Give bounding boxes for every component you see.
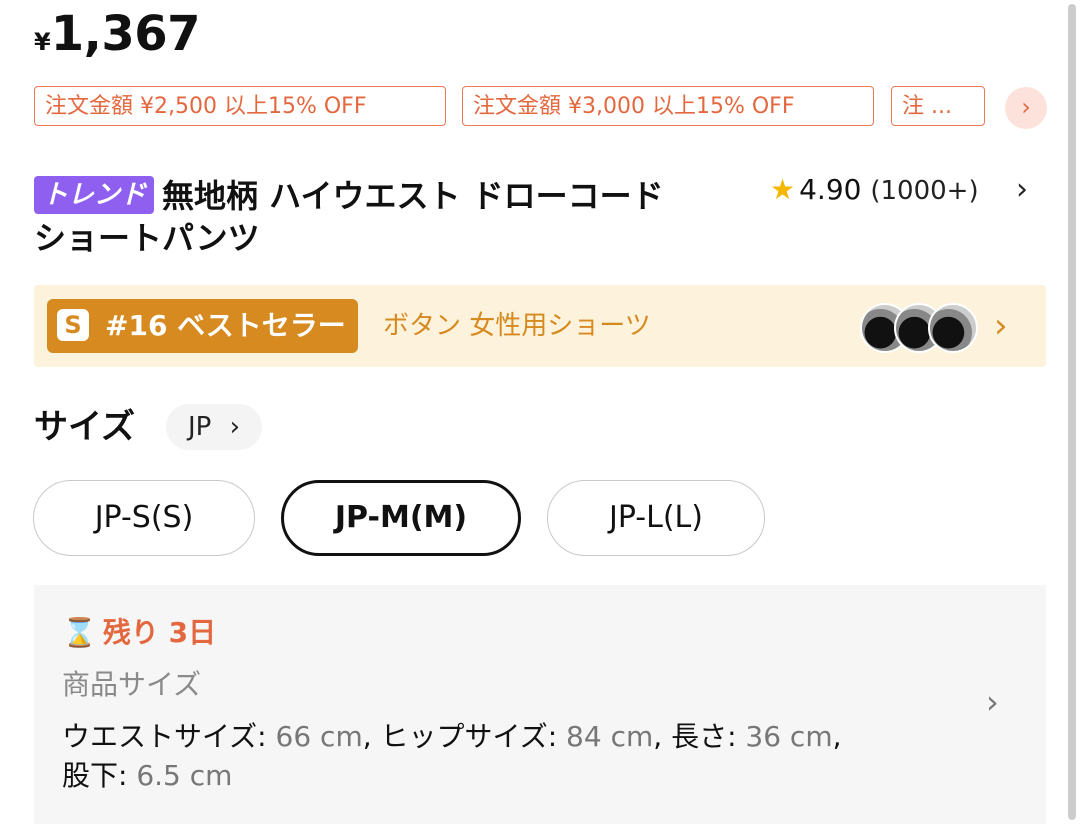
rating-count: (1000+)	[870, 176, 979, 206]
coupon-1[interactable]: 注文金額 ¥2,500 以上15% OFF	[34, 86, 446, 126]
coupon-next-button[interactable]: ›	[1005, 87, 1047, 129]
remaining-time: ⌛ 残り 3日	[62, 613, 216, 653]
bestseller-rank: #16 ベストセラー	[105, 309, 346, 342]
chevron-right-icon: ›	[986, 683, 999, 721]
waist-value: 66 cm	[275, 720, 363, 753]
size-option-l[interactable]: JP-L(L)	[547, 480, 765, 556]
price-currency: ¥	[34, 28, 51, 56]
product-title-line2: ショートパンツ	[34, 219, 260, 257]
coupon-3[interactable]: 注 ...	[891, 86, 985, 126]
product-title-line1-wrap: トレンド 無地柄 ハイウエスト ドローコード	[34, 172, 664, 220]
product-title-line1: 無地柄 ハイウエスト ドローコード	[162, 177, 664, 215]
thumbnail-image	[928, 303, 978, 353]
inseam-label: 股下:	[62, 759, 128, 792]
bestseller-category: ボタン 女性用ショーツ	[383, 311, 651, 341]
price-amount: 1,367	[50, 6, 201, 62]
chevron-right-icon: ›	[994, 306, 1008, 346]
rating[interactable]: ★ 4.90 (1000+)	[770, 170, 979, 211]
star-icon: ★	[770, 173, 796, 206]
hip-value: 84 cm	[566, 720, 654, 753]
price: ¥1,367	[34, 6, 201, 62]
size-specs: ウエストサイズ: 66 cm, ヒップサイズ: 84 cm, 長さ: 36 cm…	[62, 720, 842, 792]
inseam-value: 6.5 cm	[136, 759, 233, 792]
bestseller-tag: S #16 ベストセラー	[47, 299, 358, 353]
waist-label: ウエストサイズ:	[62, 720, 267, 753]
size-region-selector[interactable]: JP ›	[166, 404, 263, 450]
size-info-panel[interactable]: ⌛ 残り 3日 商品サイズ ウエストサイズ: 66 cm, ヒップサイズ: 84 …	[34, 585, 1046, 824]
chevron-right-icon: ›	[229, 412, 241, 442]
product-size-label: 商品サイズ	[62, 668, 202, 701]
trophy-icon: S	[57, 309, 89, 341]
size-region-label: JP	[188, 412, 212, 442]
size-option-s[interactable]: JP-S(S)	[33, 480, 255, 556]
bestseller-banner[interactable]: S #16 ベストセラー ボタン 女性用ショーツ ›	[34, 285, 1046, 367]
hip-label: ヒップサイズ:	[380, 720, 558, 753]
trend-badge: トレンド	[34, 176, 155, 214]
rating-value: 4.90	[799, 173, 862, 206]
bestseller-thumbnails	[860, 303, 980, 353]
hourglass-icon: ⌛	[62, 616, 97, 649]
chevron-right-icon[interactable]: ›	[1016, 172, 1028, 207]
size-option-m[interactable]: JP-M(M)	[281, 480, 521, 556]
size-label: サイズ	[34, 407, 135, 447]
length-label: 長さ:	[671, 720, 737, 753]
remaining-text: 残り 3日	[102, 616, 217, 649]
coupon-2[interactable]: 注文金額 ¥3,000 以上15% OFF	[462, 86, 874, 126]
length-value: 36 cm	[745, 720, 833, 753]
scrollbar[interactable]	[1068, 4, 1076, 820]
